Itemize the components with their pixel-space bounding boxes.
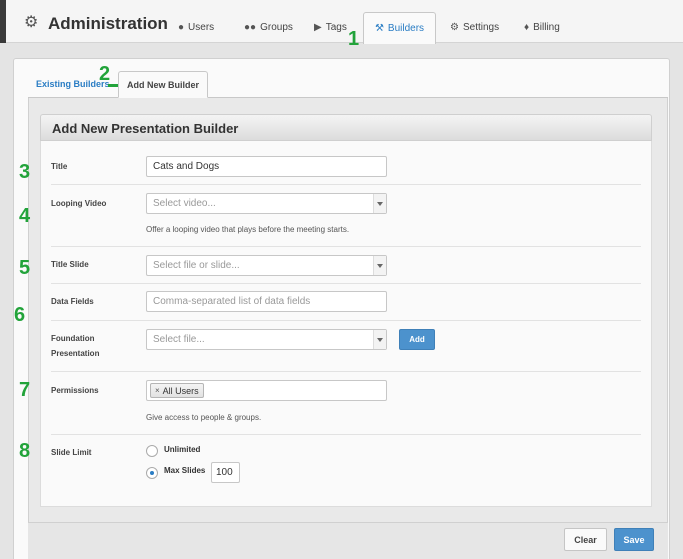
permissions-label: Permissions — [51, 386, 99, 395]
data-fields-label: Data Fields — [51, 297, 94, 306]
unlimited-radio[interactable] — [146, 445, 158, 457]
annotation-marker-6: 6 — [14, 304, 26, 326]
title-slide-label: Title Slide — [51, 260, 89, 269]
annotation-marker-4: 4 — [19, 205, 31, 227]
nav-tab-label: Users — [188, 21, 215, 33]
dropdown-toggle[interactable] — [373, 194, 386, 213]
row-divider — [51, 371, 641, 372]
money-icon: ♦ — [524, 21, 530, 33]
title-label: Title — [51, 162, 68, 171]
looping-video-label: Looping Video — [51, 199, 107, 208]
tag-icon: ▶ — [314, 21, 322, 33]
caret-down-icon — [377, 202, 383, 206]
clear-button[interactable]: Clear — [564, 528, 607, 551]
permission-tag[interactable]: × All Users — [150, 383, 204, 398]
nav-tab-label: Billing — [533, 21, 560, 33]
tab-add-new-builder[interactable]: Add New Builder — [118, 71, 208, 98]
remove-tag-icon[interactable]: × — [155, 386, 160, 395]
select-placeholder: Select file... — [153, 334, 205, 345]
row-divider — [51, 434, 641, 435]
row-divider — [51, 283, 641, 284]
nav-tab-label: Tags — [325, 21, 347, 33]
nav-tab-tags[interactable]: ▶ Tags — [314, 20, 347, 34]
save-button[interactable]: Save — [614, 528, 654, 551]
slide-limit-label: Slide Limit — [51, 448, 92, 457]
foundation-label-line1: Foundation — [51, 334, 95, 343]
nav-tab-settings[interactable]: ⚙ Settings — [450, 20, 499, 34]
window-edge — [0, 0, 6, 43]
max-slides-radio[interactable] — [146, 467, 158, 479]
foundation-label-line2: Presentation — [51, 349, 100, 358]
title-input[interactable]: Cats and Dogs — [146, 156, 387, 177]
select-placeholder: Select file or slide... — [153, 260, 240, 271]
unlimited-radio-label[interactable]: Unlimited — [164, 445, 200, 454]
panel-title: Add New Presentation Builder — [52, 121, 239, 136]
caret-down-icon — [377, 264, 383, 268]
select-placeholder: Select video... — [153, 198, 216, 209]
add-foundation-button[interactable]: Add — [399, 329, 435, 350]
annotation-pointer-line — [108, 84, 118, 87]
max-slides-input[interactable]: 100 — [211, 462, 240, 483]
tab-label: Add New Builder — [126, 79, 199, 90]
looping-video-help: Offer a looping video that plays before … — [146, 225, 350, 234]
nav-tab-billing[interactable]: ♦ Billing — [524, 20, 560, 34]
foundation-presentation-select[interactable]: Select file... — [146, 329, 387, 350]
row-divider — [51, 246, 641, 247]
user-icon: ● — [178, 21, 185, 33]
nav-tab-label: Builders — [387, 23, 425, 34]
title-slide-select[interactable]: Select file or slide... — [146, 255, 387, 276]
looping-video-select[interactable]: Select video... — [146, 193, 387, 214]
permission-tag-label: All Users — [162, 385, 199, 396]
dropdown-toggle[interactable] — [373, 256, 386, 275]
annotation-marker-3: 3 — [19, 161, 31, 183]
permissions-help: Give access to people & groups. — [146, 413, 262, 422]
gear-icon: ⚙ — [24, 14, 39, 31]
annotation-marker-1: 1 — [348, 28, 360, 50]
nav-tab-label: Groups — [260, 21, 293, 33]
gears-icon: ⚙ — [450, 21, 459, 33]
nav-tab-users[interactable]: ● Users — [178, 20, 214, 34]
annotation-marker-7: 7 — [19, 379, 31, 401]
caret-down-icon — [377, 338, 383, 342]
data-fields-input[interactable]: Comma-separated list of data fields — [146, 291, 387, 312]
page-title: Administration — [48, 14, 168, 33]
max-slides-radio-label[interactable]: Max Slides — [164, 466, 205, 475]
annotation-marker-5: 5 — [19, 257, 31, 279]
nav-tab-groups[interactable]: ●● Groups — [244, 20, 293, 34]
group-icon: ●● — [244, 21, 257, 33]
annotation-marker-8: 8 — [19, 440, 31, 462]
row-divider — [51, 320, 641, 321]
panel-header: Add New Presentation Builder — [40, 114, 652, 141]
nav-tab-label: Settings — [462, 21, 500, 33]
dropdown-toggle[interactable] — [373, 330, 386, 349]
row-divider — [51, 184, 641, 185]
wrench-icon: ⚒ — [374, 23, 384, 34]
nav-tab-builders[interactable]: ⚒ Builders — [363, 12, 436, 44]
annotation-marker-2: 2 — [99, 63, 111, 85]
